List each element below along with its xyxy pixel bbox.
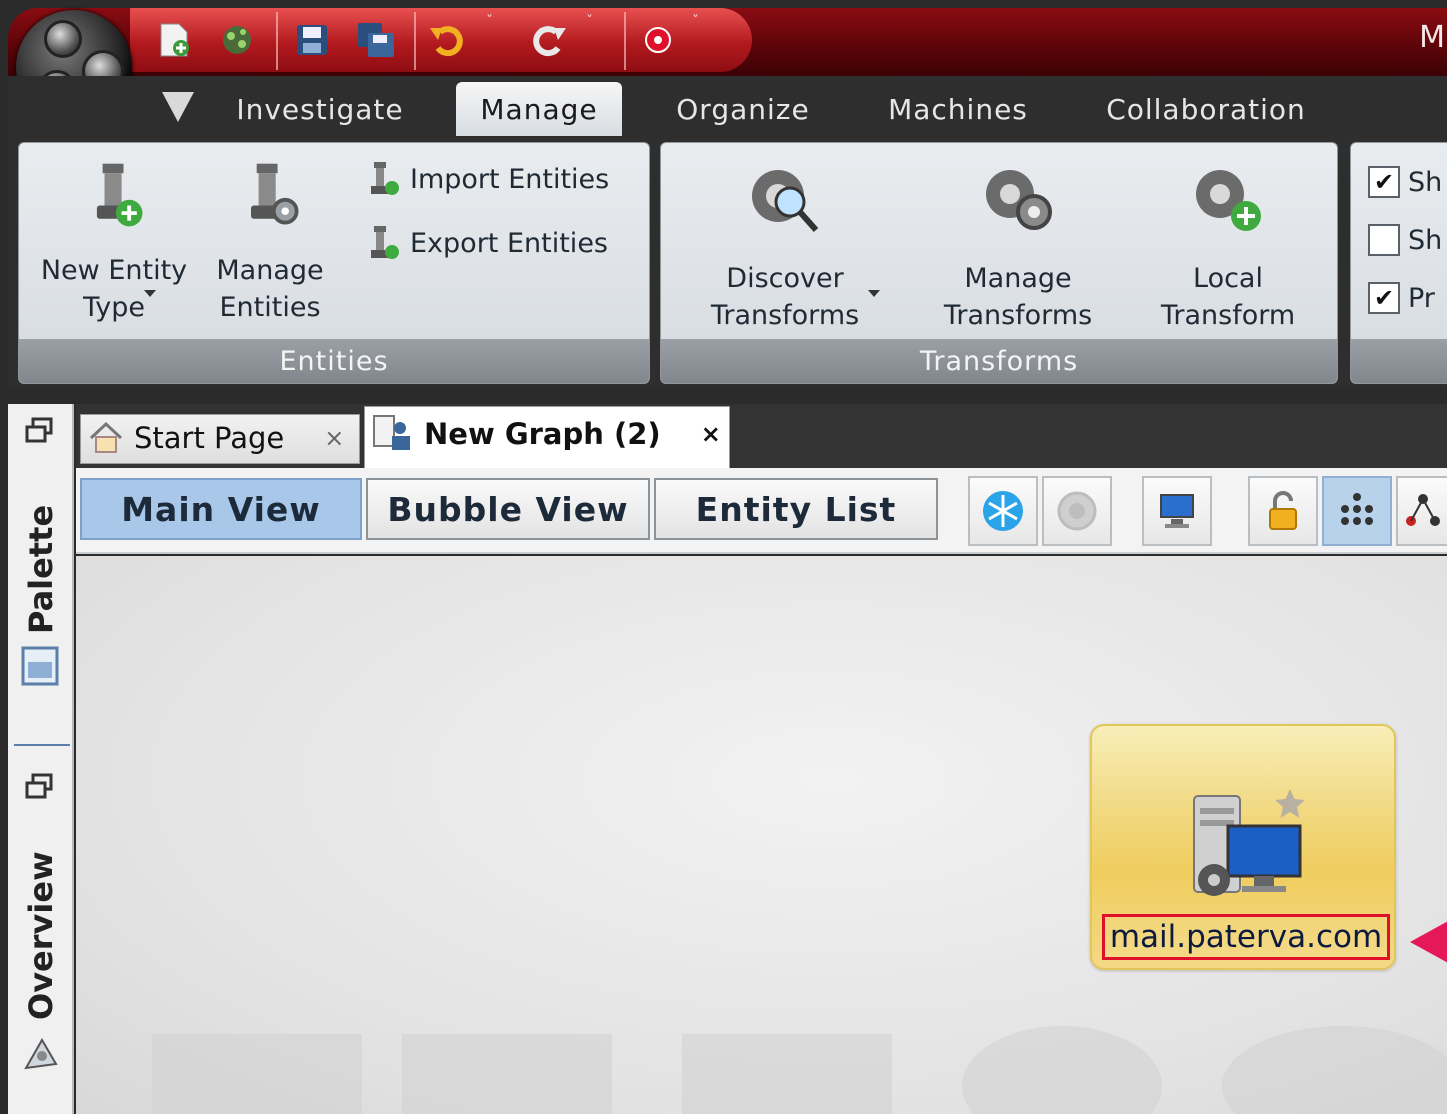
main-view-button[interactable]: Main View	[80, 478, 362, 540]
palette-tab-label[interactable]: Palette	[22, 505, 60, 634]
tab-start-page-label: Start Page	[134, 421, 285, 455]
tab-new-graph-content[interactable]: New Graph (2) ×	[372, 414, 721, 454]
sidebar-divider	[14, 744, 70, 746]
entities-group-title: Entities	[19, 339, 649, 383]
unlock-icon	[1269, 491, 1297, 530]
watermark	[962, 1026, 1162, 1114]
option-checkbox-2[interactable]: Sh	[1368, 224, 1442, 256]
discover-transforms-button[interactable]: Discover Transforms	[672, 158, 898, 334]
tree-layout-icon	[1405, 494, 1440, 526]
import-entities-icon	[371, 162, 399, 195]
entity-label[interactable]: mail.paterva.com	[1102, 914, 1390, 960]
dropdown-arrow-icon	[868, 290, 880, 297]
window-title: M	[1419, 20, 1445, 55]
option-checkbox-3[interactable]: ✔ Pr	[1368, 282, 1435, 314]
overview-icon[interactable]	[22, 1034, 60, 1074]
redo-dropdown-icon[interactable]: ˇ	[586, 14, 593, 30]
manage-entities-label: Manage Entities	[216, 255, 324, 323]
disabled-tool-button[interactable]	[1042, 476, 1112, 546]
new-entity-type-label: New Entity Type	[40, 255, 188, 323]
new-graph-icon[interactable]	[152, 20, 196, 60]
disabled-circle-icon	[1057, 491, 1097, 531]
restore-window-icon[interactable]	[24, 772, 54, 802]
undo-dropdown-icon[interactable]: ˇ	[486, 14, 493, 30]
hierarchy-icon	[1341, 493, 1373, 525]
save-icon[interactable]	[290, 20, 334, 60]
options-dropdown-icon[interactable]: ˇ	[692, 14, 699, 30]
hierarchical-layout-button[interactable]	[1322, 476, 1392, 546]
tab-machines[interactable]: Machines	[870, 82, 1046, 136]
home-icon	[89, 421, 123, 453]
manage-entities-button[interactable]: Manage Entities	[204, 158, 336, 326]
watermark	[152, 1034, 362, 1114]
tab-manage[interactable]: Manage	[456, 82, 622, 136]
local-transform-icon	[1196, 170, 1261, 231]
save-all-icon[interactable]	[354, 20, 398, 60]
side-panel: Palette Overview	[8, 404, 74, 1114]
close-icon[interactable]: ×	[701, 420, 721, 448]
tab-start-page-content[interactable]: Start Page ×	[88, 420, 344, 456]
graph-document-icon	[373, 415, 410, 450]
new-entity-type-icon	[96, 163, 143, 227]
options-icon[interactable]	[636, 20, 680, 60]
local-transform-label: Local Transform	[1160, 263, 1296, 331]
manage-transforms-label: Manage Transforms	[943, 263, 1093, 331]
lock-layout-button[interactable]	[1248, 476, 1318, 546]
quick-access-toolbar: ˇ ˇ ˇ	[130, 8, 752, 72]
annotation-arrow	[1410, 920, 1447, 964]
export-entities-label: Export Entities	[410, 227, 608, 259]
star-icon[interactable]	[1272, 786, 1308, 822]
import-entities-button[interactable]: Import Entities	[366, 160, 609, 198]
dropdown-arrow-icon	[144, 290, 156, 297]
option-label-2: Sh	[1408, 224, 1443, 256]
entity-list-button[interactable]: Entity List	[654, 478, 938, 540]
tab-collaboration[interactable]: Collaboration	[1090, 82, 1322, 136]
checkbox-unchecked-icon[interactable]	[1368, 224, 1400, 256]
new-entity-type-button[interactable]: New Entity Type	[30, 158, 198, 326]
freeze-layout-button[interactable]	[968, 476, 1038, 546]
snowflake-icon	[983, 491, 1023, 531]
open-graph-icon[interactable]	[216, 20, 260, 60]
palette-icon[interactable]	[20, 644, 60, 688]
tab-investigate[interactable]: Investigate	[222, 82, 418, 136]
options-group-footer	[1351, 339, 1447, 383]
import-entities-label: Import Entities	[410, 163, 610, 195]
manage-transforms-icon	[986, 170, 1052, 230]
discover-transforms-label: Discover Transforms	[710, 263, 860, 331]
option-checkbox-1[interactable]: ✔ Sh	[1368, 166, 1442, 198]
bubble-view-button[interactable]: Bubble View	[366, 478, 650, 540]
watermark	[682, 1034, 892, 1114]
tab-new-graph-label: New Graph (2)	[424, 417, 661, 451]
centrality-layout-button[interactable]	[1396, 476, 1447, 546]
checkbox-checked-icon[interactable]: ✔	[1368, 282, 1400, 314]
menu-dropdown-icon[interactable]	[162, 92, 194, 122]
checkbox-checked-icon[interactable]: ✔	[1368, 166, 1400, 198]
watermark	[402, 1034, 612, 1114]
option-label-1: Sh	[1408, 166, 1443, 198]
overview-tab-label[interactable]: Overview	[22, 851, 60, 1020]
export-entities-icon	[371, 226, 399, 259]
redo-icon[interactable]	[526, 20, 570, 60]
undo-icon[interactable]	[426, 20, 470, 60]
close-icon[interactable]: ×	[324, 424, 344, 452]
option-label-3: Pr	[1408, 282, 1435, 314]
restore-window-icon[interactable]	[24, 416, 54, 446]
manage-transforms-button[interactable]: Manage Transforms	[920, 158, 1116, 334]
transforms-group-title: Transforms	[661, 339, 1337, 383]
screen-capture-button[interactable]	[1142, 476, 1212, 546]
watermark	[1222, 1026, 1447, 1114]
tab-organize[interactable]: Organize	[660, 82, 826, 136]
export-entities-button[interactable]: Export Entities	[366, 224, 608, 262]
computer-icon	[1160, 494, 1194, 528]
local-transform-button[interactable]: Local Transform	[1140, 158, 1316, 334]
discover-transforms-icon	[752, 170, 819, 232]
manage-entities-icon	[251, 163, 299, 225]
